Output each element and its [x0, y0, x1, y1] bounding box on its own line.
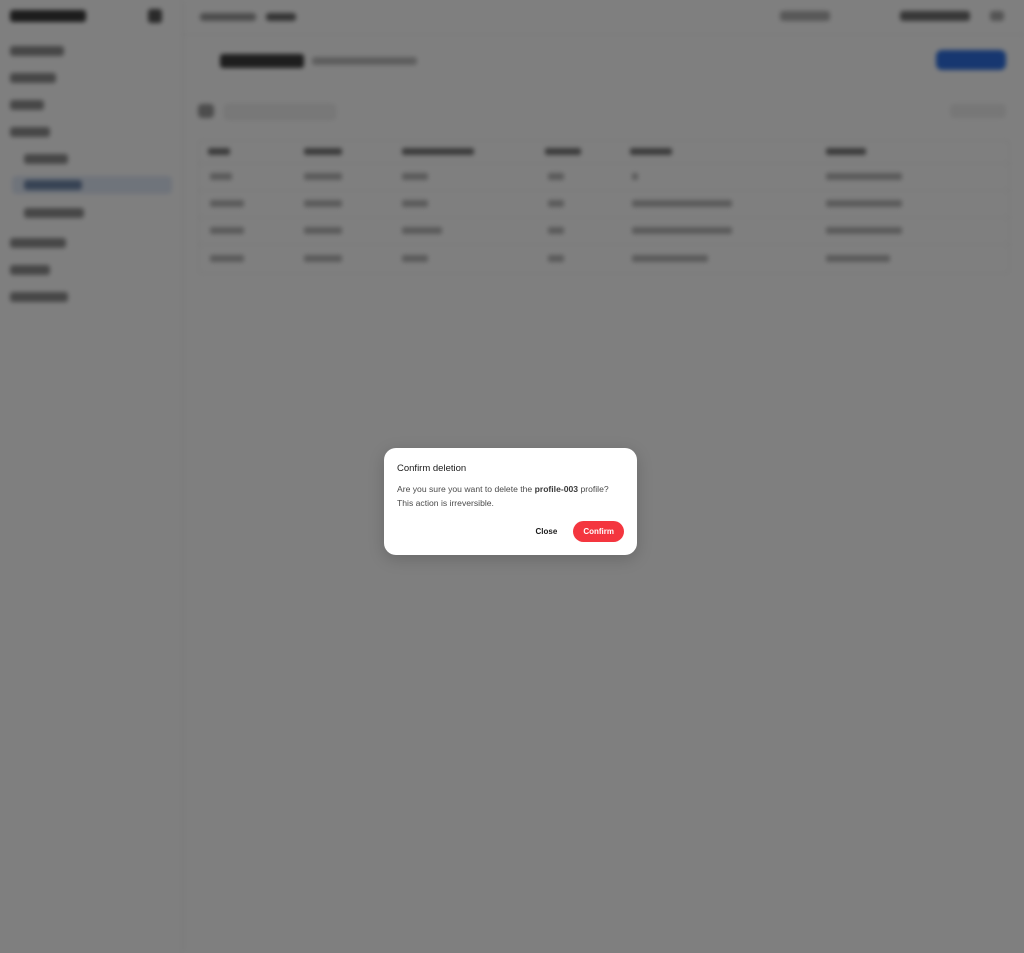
dialog-title: Confirm deletion	[397, 463, 467, 474]
profile-name: profile-003	[534, 484, 579, 494]
app-window: Confirm deletion Are you sure you want t…	[0, 0, 1024, 953]
dialog-message: Are you sure you want to delete the prof…	[397, 482, 624, 510]
dialog-actions: Close Confirm	[530, 521, 624, 542]
confirm-button[interactable]: Confirm	[573, 521, 624, 542]
dialog-message-prefix: Are you sure you want to delete the	[397, 484, 535, 494]
close-button[interactable]: Close	[530, 523, 564, 540]
confirm-deletion-dialog: Confirm deletion Are you sure you want t…	[384, 448, 637, 555]
